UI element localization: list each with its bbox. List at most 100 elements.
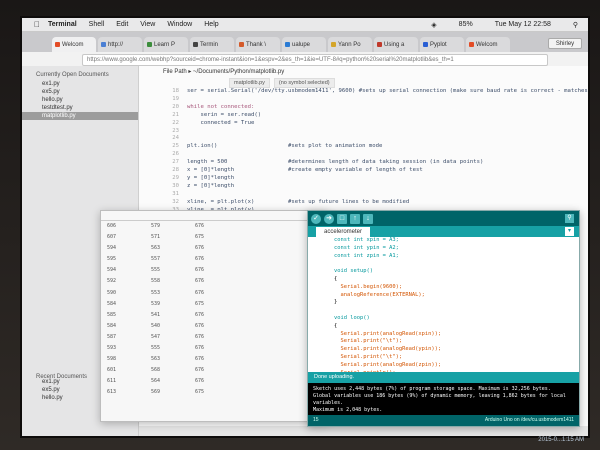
sidebar-file-item[interactable]: testdtest.py	[22, 104, 138, 112]
url-input[interactable]: https://www.google.com/webhp?sourceid=ch…	[82, 54, 548, 66]
serial-value: 675	[195, 300, 205, 307]
serial-value: 555	[151, 345, 161, 352]
battery-text[interactable]: 85%	[459, 21, 473, 28]
arduino-ide-window: ✓ ➜ □ ↑ ↓ ⚲ accelerometer ▾ const int xp…	[307, 210, 580, 427]
console-output: Sketch uses 2,448 bytes (7%) of program …	[308, 383, 579, 415]
sketch-line: void setup()	[334, 268, 373, 275]
serial-value: 611	[107, 378, 117, 385]
browser-tab[interactable]: http://	[98, 37, 142, 52]
sidebar-file-item[interactable]: ex5.py	[22, 88, 138, 96]
sidebar-file-item[interactable]: matplotlib.py	[22, 112, 138, 120]
menu-window[interactable]: Window	[167, 21, 192, 28]
menu-extras: ◈ 85% Tue May 12 22:58 ⚲	[419, 21, 588, 29]
browser-tab[interactable]: Pyplot	[420, 37, 464, 52]
sketch-line: const int xpin = A3;	[334, 237, 399, 243]
menu-view[interactable]: View	[140, 21, 155, 28]
code-text: while not connected:	[187, 103, 255, 110]
serial-value: 676	[195, 289, 205, 296]
sidebar-file-item[interactable]: ex1.py	[22, 80, 138, 88]
sketch-tab[interactable]: accelerometer	[316, 227, 371, 237]
profile-button[interactable]: Shirley	[548, 38, 582, 49]
code-line: 25 plt.ion() #sets plot to animation mode	[139, 143, 588, 151]
code-line: 23	[139, 128, 588, 136]
serial-row: 585 541 676	[101, 310, 327, 321]
browser-tab-label: Welcom	[476, 41, 498, 48]
browser-tab[interactable]: Learn P	[144, 37, 188, 52]
line-number: 21	[172, 111, 179, 118]
serial-monitor-window: 606 579 676 607 571 675 594 563 676 595 557 676 594 5…	[100, 210, 328, 422]
tab-menu-icon[interactable]: ▾	[565, 227, 574, 236]
console-line: Global variables use 186 bytes (9%) of d…	[313, 393, 566, 406]
sketch-line: Serial.print(analogRead(xpin));	[334, 330, 442, 337]
new-icon[interactable]: □	[337, 213, 347, 224]
serial-value: 568	[151, 367, 161, 374]
status-bar	[139, 426, 588, 436]
serial-value: 606	[107, 223, 117, 229]
upload-icon[interactable]: ➜	[324, 213, 334, 224]
serial-input[interactable]	[101, 211, 327, 221]
browser-tab-label: Yann Po	[338, 41, 361, 48]
browser-tab[interactable]: Thank \	[236, 37, 280, 52]
save-icon[interactable]: ↓	[363, 213, 373, 224]
browser-tab[interactable]: Welcom	[466, 37, 510, 52]
code-text: plt.ion() #sets plot to animation mode	[187, 143, 383, 150]
serial-value: 555	[151, 267, 161, 274]
open-icon[interactable]: ↑	[350, 213, 360, 224]
code-line: 24	[139, 135, 588, 143]
address-bar-area: https://www.google.com/webhp?sourceid=ch…	[22, 52, 588, 67]
line-number: 26	[172, 151, 179, 158]
line-number: 20	[172, 103, 179, 110]
menu-shell[interactable]: Shell	[89, 21, 105, 28]
favicon-icon	[193, 42, 198, 47]
browser-tab[interactable]: ualupe	[282, 37, 326, 52]
favicon-icon	[331, 42, 336, 47]
menu-help[interactable]: Help	[204, 21, 218, 28]
browser-tab[interactable]: Termin	[190, 37, 234, 52]
apple-icon[interactable]: 	[34, 20, 40, 29]
wifi-icon[interactable]: ◈	[431, 21, 436, 29]
browser-tab[interactable]: Using a	[374, 37, 418, 52]
line-number: 18	[172, 88, 179, 94]
favicon-icon	[285, 42, 290, 47]
symbol-selector[interactable]: (no symbol selected)	[273, 78, 335, 88]
code-text: y = [0]*length	[187, 174, 235, 181]
serial-value: 592	[107, 278, 117, 285]
sketch-line: Serial.print(analogRead(ypin));	[334, 346, 442, 353]
browser-tab[interactable]: Yann Po	[328, 37, 372, 52]
sketch-line	[334, 307, 579, 315]
menu-edit[interactable]: Edit	[116, 21, 128, 28]
serial-value: 676	[195, 267, 205, 274]
serial-row: 587 547 676	[101, 332, 327, 343]
file-tab[interactable]: matplotlib.py	[229, 78, 270, 88]
board-port: Arduino Uno on /dev/cu.usbmodem1411	[484, 417, 574, 423]
browser-tab[interactable]: Welcom	[52, 37, 96, 52]
serial-monitor-icon[interactable]: ⚲	[565, 214, 574, 223]
serial-row: 590 553 676	[101, 288, 327, 299]
code-text: z = [0]*length	[187, 182, 235, 189]
line-number: 30	[172, 182, 179, 189]
browser-tab-label: Using a	[384, 41, 405, 48]
code-line: 20 while not connected:	[139, 104, 588, 112]
sidebar-file-item[interactable]: hello.py	[22, 96, 138, 104]
menu-clock[interactable]: Tue May 12 22:58	[495, 21, 551, 28]
serial-value: 676	[195, 278, 205, 285]
overlay-clock-line2: 2015-0...1:15 AM	[538, 437, 584, 443]
code-area[interactable]: 18 ser = serial.Serial('/dev/tty.usbmodem…	[139, 88, 588, 230]
serial-row: 601 568 676	[101, 365, 327, 376]
code-line: 29 y = [0]*length	[139, 175, 588, 183]
menu-app-name[interactable]: Terminal	[48, 21, 77, 28]
code-text: length = 500 #determines length of data …	[187, 159, 484, 166]
verify-icon[interactable]: ✓	[311, 213, 321, 224]
line-number: 23	[172, 127, 179, 134]
serial-value: 607	[107, 234, 117, 241]
favicon-icon	[55, 42, 60, 47]
favicon-icon	[469, 42, 474, 47]
line-number: 27	[172, 159, 179, 166]
code-line: 19	[139, 96, 588, 104]
sketch-line: Serial.print("\t");	[334, 338, 403, 345]
spotlight-icon[interactable]: ⚲	[573, 21, 578, 29]
sketch-code[interactable]: const int xpin = A3; const int ypin = A2;…	[308, 237, 579, 383]
serial-value: 590	[107, 289, 117, 296]
serial-row: 598 563 676	[101, 354, 327, 365]
serial-row: 595 557 676	[101, 254, 327, 265]
